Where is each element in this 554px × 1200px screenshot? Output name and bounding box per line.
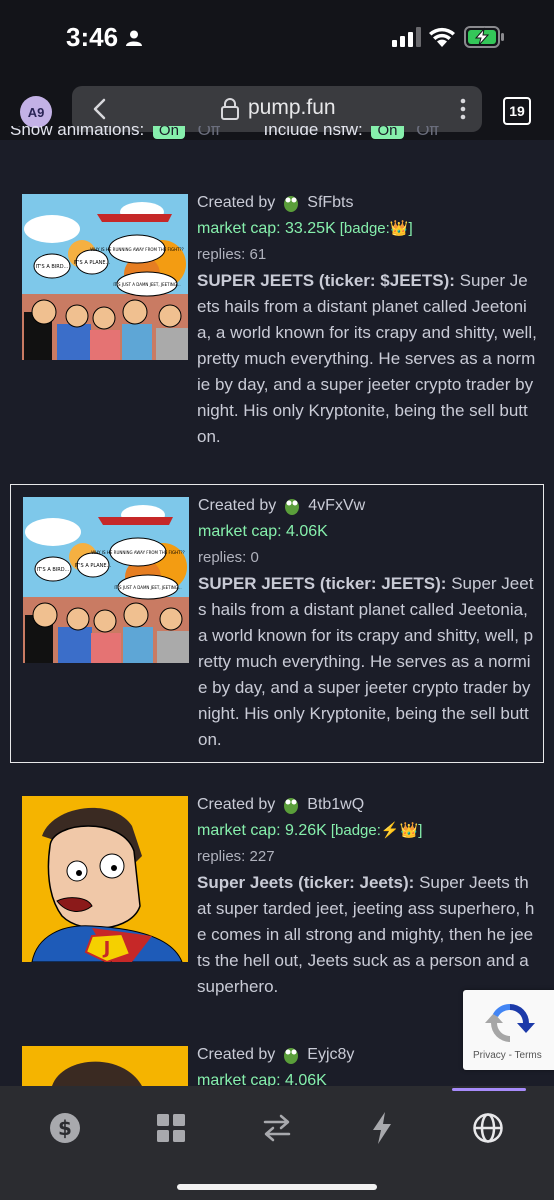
comic-bubble-1: IT'S A BIRD... <box>36 264 69 270</box>
comic-bubble-1: IT'S A BIRD... <box>37 567 70 573</box>
coin-description: Super Jeets hails from a distant planet … <box>197 271 537 446</box>
nsfw-off-toggle[interactable]: Off <box>416 126 438 139</box>
back-icon[interactable] <box>88 96 112 122</box>
recaptcha-badge[interactable]: Privacy - Terms <box>463 990 554 1070</box>
created-by-label: Created by <box>197 1046 276 1063</box>
nsfw-on-toggle[interactable]: On <box>371 126 404 139</box>
privacy-link[interactable]: Privacy <box>473 1050 506 1061</box>
nav-item-swap[interactable] <box>257 1108 297 1148</box>
animations-off-toggle[interactable]: Off <box>198 126 220 139</box>
url-text: pump.fun <box>248 96 336 119</box>
created-by-label: Created by <box>198 497 277 514</box>
dollar-icon: $ <box>50 1113 80 1143</box>
nsfw-label: Include nsfw: <box>263 126 363 139</box>
coin-card[interactable]: J Created by Btb1wQ market cap: 9.26K [bad… <box>10 784 544 1024</box>
market-cap: market cap: 9.26K <box>197 822 327 839</box>
market-cap: market cap: 4.06K <box>197 1072 327 1086</box>
animations-on-toggle[interactable]: On <box>152 126 185 139</box>
lightning-icon <box>373 1112 391 1144</box>
creator-link[interactable]: 4vFxVw <box>308 497 365 514</box>
creator-link[interactable]: SfFbts <box>307 194 353 211</box>
recaptcha-icon <box>485 1003 535 1042</box>
comic-bubble-3: WHY IS HE RUNNING AWAY FROM THE FIGHT?? <box>90 247 184 252</box>
coin-image[interactable] <box>22 1046 188 1086</box>
status-time: 3:46 <box>66 22 119 52</box>
coin-description: Super Jeets hails from a distant planet … <box>198 574 534 749</box>
coin-image[interactable]: J <box>22 796 188 962</box>
home-indicator <box>177 1184 377 1190</box>
market-cap: market cap: 33.25K <box>197 220 336 237</box>
comic-bubble-2: IT'S A PLANE... <box>75 563 112 569</box>
nav-item-grid[interactable] <box>151 1108 191 1148</box>
badge: [badge:⚡👑] <box>330 822 423 839</box>
grid-icon <box>157 1114 185 1142</box>
terms-link[interactable]: Terms <box>515 1050 542 1061</box>
created-by-label: Created by <box>197 194 276 211</box>
person-icon <box>126 30 142 46</box>
frog-avatar-icon <box>284 797 299 814</box>
creator-link[interactable]: Btb1wQ <box>307 796 364 813</box>
filter-toggles: Show animations: On Off Include nsfw: On… <box>10 126 439 140</box>
frog-avatar-icon <box>285 498 300 515</box>
more-menu-icon[interactable] <box>460 97 466 121</box>
coin-card-selected[interactable]: IT'S A BIRD... IT'S A PLANE... WHY IS HE… <box>10 484 544 763</box>
swap-icon <box>263 1114 291 1142</box>
comic-bubble-3: WHY IS HE RUNNING AWAY FROM THE FIGHT?? <box>91 550 185 555</box>
coin-feed: IT'S A BIRD... IT'S A PLANE... WHY IS HE… <box>0 140 554 1086</box>
tab-count-button[interactable]: 19 <box>503 97 531 125</box>
nav-item-dollar[interactable]: $ <box>45 1108 85 1148</box>
avatar[interactable]: A9 <box>20 96 52 128</box>
coin-title: SUPER JEETS (ticker: $JEETS): <box>197 271 455 290</box>
coin-image[interactable]: IT'S A BIRD... IT'S A PLANE... WHY IS HE… <box>22 194 188 360</box>
svg-text:J: J <box>102 938 111 959</box>
replies-count: replies: 61 <box>197 246 267 263</box>
coin-title: SUPER JEETS (ticker: JEETS): <box>198 574 447 593</box>
bottom-navigation: $ <box>0 1086 554 1200</box>
wifi-icon <box>429 27 455 47</box>
globe-icon <box>473 1113 503 1143</box>
replies-count: replies: 227 <box>197 848 275 865</box>
status-bar: 3:46 <box>0 0 554 74</box>
signal-icon <box>392 27 421 47</box>
replies-count: replies: 0 <box>198 549 259 566</box>
nav-active-indicator <box>452 1088 526 1091</box>
coin-image[interactable]: IT'S A BIRD... IT'S A PLANE... WHY IS HE… <box>23 497 189 663</box>
comic-bubble-2: IT'S A PLANE... <box>74 260 111 266</box>
market-cap: market cap: 4.06K <box>198 523 328 540</box>
lock-icon <box>221 98 239 120</box>
creator-link[interactable]: Eyjc8y <box>307 1046 354 1063</box>
animations-label: Show animations: <box>10 126 145 139</box>
nav-item-globe[interactable] <box>468 1108 508 1148</box>
frog-avatar-icon <box>284 1047 299 1064</box>
battery-charging-icon <box>464 26 504 48</box>
comic-bubble-4: IT'S JUST A DAMN JEET, JEETING... <box>114 585 181 590</box>
nav-item-lightning[interactable] <box>362 1108 402 1148</box>
created-by-label: Created by <box>197 796 276 813</box>
coin-card[interactable]: IT'S A BIRD... IT'S A PLANE... WHY IS HE… <box>10 182 544 470</box>
frog-avatar-icon <box>284 195 299 212</box>
comic-bubble-4: IT'S JUST A DAMN JEET, JEETING... <box>113 282 180 287</box>
coin-title: Super Jeets (ticker: Jeets): <box>197 873 415 892</box>
badge: [badge:👑] <box>339 220 413 237</box>
separator: - <box>505 1050 515 1061</box>
svg-text:$: $ <box>58 1116 72 1140</box>
